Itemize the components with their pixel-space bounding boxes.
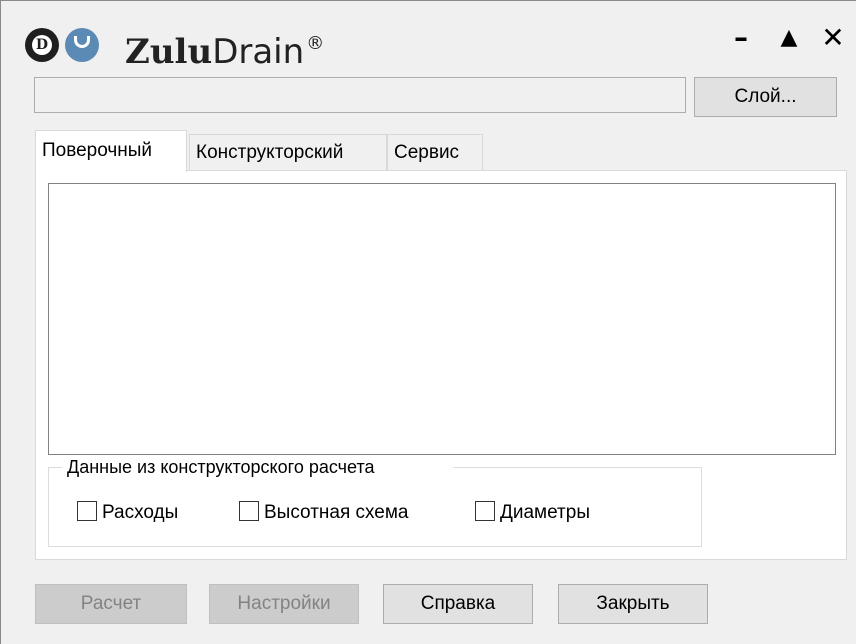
checkbox-flows[interactable]: Расходы <box>77 500 178 526</box>
close-icon[interactable]: ✕ <box>819 23 847 53</box>
app-title-regular: Drain <box>212 32 305 72</box>
help-button[interactable]: Справка <box>383 584 533 624</box>
layer-button[interactable]: Слой... <box>694 77 837 117</box>
tab-service[interactable]: Сервис <box>387 134 483 170</box>
design-data-group: Данные из конструкторского расчета Расхо… <box>48 455 702 547</box>
results-list[interactable] <box>48 183 836 455</box>
drain-drop-icon <box>65 28 99 62</box>
collapse-up-icon[interactable]: ▲ <box>775 23 803 53</box>
checkbox-label: Расходы <box>102 502 179 523</box>
layer-field[interactable] <box>34 77 686 113</box>
checkbox-box[interactable] <box>239 500 259 521</box>
drop-smile-shape <box>74 36 90 48</box>
registered-mark: ® <box>306 33 325 54</box>
group-border-left <box>48 467 62 468</box>
tab-design[interactable]: Конструкторский <box>189 134 387 170</box>
zulu-logo-icon: D <box>25 28 59 62</box>
group-legend: Данные из конструкторского расчета <box>66 455 376 479</box>
close-button[interactable]: Закрыть <box>558 584 708 624</box>
settings-button[interactable]: Настройки <box>209 584 359 624</box>
app-title: ZuluDrain ® <box>125 23 325 72</box>
tab-verification[interactable]: Поверочный <box>35 130 187 172</box>
minimize-icon[interactable]: – <box>727 23 755 53</box>
tab-panel: Данные из конструкторского расчета Расхо… <box>35 170 847 560</box>
logo-letter: D <box>32 35 52 55</box>
app-title-bold: Zulu <box>125 32 213 72</box>
checkbox-label: Высотная схема <box>264 502 409 523</box>
calculate-button[interactable]: Расчет <box>35 584 187 624</box>
app-window: D ZuluDrain ® – ▲ ✕ Слой... Поверочный Ко… <box>0 0 856 644</box>
group-border-right <box>453 467 702 468</box>
checkbox-elevation-scheme[interactable]: Высотная схема <box>239 500 409 526</box>
checkbox-diameters[interactable]: Диаметры <box>475 500 590 526</box>
checkbox-label: Диаметры <box>500 502 590 523</box>
checkbox-box[interactable] <box>77 500 97 521</box>
checkbox-box[interactable] <box>475 500 495 521</box>
